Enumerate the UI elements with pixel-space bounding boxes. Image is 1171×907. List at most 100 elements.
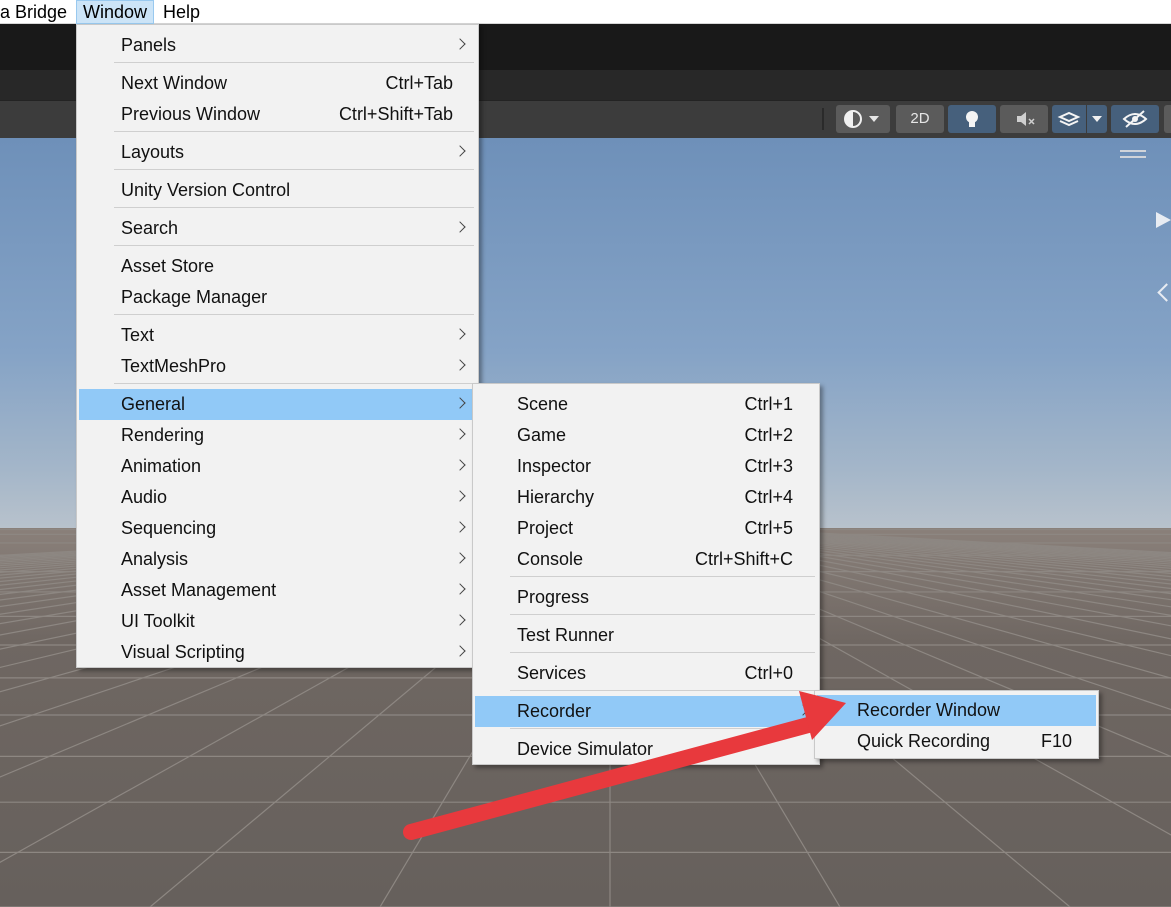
menu-separator [114, 169, 474, 170]
menu-item-visual-scripting[interactable]: Visual Scripting [79, 637, 476, 668]
menu-separator [114, 62, 474, 63]
menu-item-label: Asset Management [121, 580, 277, 600]
menu-item-game[interactable]: Game Ctrl+2 [475, 420, 817, 451]
effects-layers-icon [1057, 111, 1081, 127]
scene-visibility-button[interactable] [1111, 105, 1159, 133]
menu-separator [114, 207, 474, 208]
menu-item-analysis[interactable]: Analysis [79, 544, 476, 575]
menu-item-label: Services [517, 663, 587, 683]
menu-item-label: Visual Scripting [121, 642, 245, 662]
chevron-right-icon [454, 583, 466, 595]
chevron-right-icon [454, 614, 466, 626]
scene-gizmo-icon[interactable] [1156, 212, 1171, 228]
view-2d-button[interactable]: 2D [896, 105, 944, 133]
menu-item-shortcut: Ctrl+Shift+C [694, 549, 793, 569]
menu-item-progress[interactable]: Progress [475, 582, 817, 613]
menu-item-label: Panels [121, 35, 177, 55]
general-submenu: Scene Ctrl+1 Game Ctrl+2 Inspector Ctrl+3 H… [472, 383, 820, 765]
menu-item-label: Inspector [517, 456, 592, 476]
menu-item-shortcut: Ctrl+2 [744, 425, 793, 445]
menu-item-animation[interactable]: Animation [79, 451, 476, 482]
chevron-right-icon [454, 490, 466, 502]
menu-item-recorder[interactable]: Recorder [475, 696, 817, 727]
menu-item-textmeshpro[interactable]: TextMeshPro [79, 351, 476, 382]
menu-separator [510, 652, 815, 653]
menu-item-previous-window[interactable]: Previous Window Ctrl+Shift+Tab [79, 99, 476, 130]
menu-item-quick-recording[interactable]: Quick Recording F10 [817, 726, 1096, 757]
menubar: a Bridge Window Help [0, 0, 1171, 24]
menu-item-label: Animation [121, 456, 202, 476]
shading-mode-icon [844, 110, 879, 128]
window-menu: Panels Next Window Ctrl+Tab Previous Wind… [76, 24, 479, 668]
chevron-right-icon [454, 645, 466, 657]
menu-item-shortcut: Ctrl+4 [744, 487, 793, 507]
menu-item-shortcut: Ctrl+5 [744, 518, 793, 538]
menu-item-audio[interactable]: Audio [79, 482, 476, 513]
menu-item-hierarchy[interactable]: Hierarchy Ctrl+4 [475, 482, 817, 513]
chevron-right-icon [454, 221, 466, 233]
menu-item-shortcut: Ctrl+Shift+Tab [338, 104, 453, 124]
menu-item-search[interactable]: Search [79, 213, 476, 244]
menu-item-test-runner[interactable]: Test Runner [475, 620, 817, 651]
menu-item-label: Progress [517, 587, 590, 607]
shading-mode-button[interactable] [836, 105, 890, 133]
menu-item-label: TextMeshPro [121, 356, 227, 376]
chevron-right-icon [454, 521, 466, 533]
menu-item-label: Device Simulator [517, 739, 654, 759]
menu-item-sequencing[interactable]: Sequencing [79, 513, 476, 544]
toolbar-overflow-button[interactable] [1164, 105, 1171, 133]
chevron-right-icon [454, 552, 466, 564]
menu-bridge[interactable]: a Bridge [0, 0, 73, 24]
menu-item-label: Game [517, 425, 567, 445]
menu-item-label: Unity Version Control [121, 180, 291, 200]
menu-item-label: Scene [517, 394, 569, 414]
effects-dropdown-button[interactable] [1087, 105, 1107, 133]
menu-item-device-simulator[interactable]: Device Simulator [475, 734, 817, 765]
menu-item-recorder-window[interactable]: Recorder Window [817, 695, 1096, 726]
menu-item-label: Next Window [121, 73, 228, 93]
chevron-right-icon [454, 459, 466, 471]
menu-item-next-window[interactable]: Next Window Ctrl+Tab [79, 68, 476, 99]
menu-item-label: General [121, 394, 186, 414]
lighting-toggle-icon [966, 111, 978, 127]
menu-item-label: Console [517, 549, 584, 569]
effects-toggle-button[interactable] [1052, 105, 1086, 133]
menu-help[interactable]: Help [157, 0, 206, 24]
menu-item-label: Recorder Window [857, 700, 1001, 720]
menu-item-unity-version-control[interactable]: Unity Version Control [79, 175, 476, 206]
menu-item-label: Package Manager [121, 287, 268, 307]
menu-item-label: Sequencing [121, 518, 217, 538]
menu-item-scene[interactable]: Scene Ctrl+1 [475, 389, 817, 420]
menu-item-layouts[interactable]: Layouts [79, 137, 476, 168]
menu-item-console[interactable]: Console Ctrl+Shift+C [475, 544, 817, 575]
recorder-submenu: Recorder Window Quick Recording F10 [814, 690, 1099, 759]
chevron-down-icon [1092, 116, 1102, 122]
audio-toggle-button[interactable] [1000, 105, 1048, 133]
overlay-menu-icon[interactable] [1120, 150, 1146, 158]
menu-item-text[interactable]: Text [79, 320, 476, 351]
menu-item-ui-toolkit[interactable]: UI Toolkit [79, 606, 476, 637]
menu-item-label: Previous Window [121, 104, 261, 124]
menu-item-asset-management[interactable]: Asset Management [79, 575, 476, 606]
menu-window[interactable]: Window [76, 0, 155, 24]
menu-item-services[interactable]: Services Ctrl+0 [475, 658, 817, 689]
chevron-right-icon [454, 328, 466, 340]
menu-item-project[interactable]: Project Ctrl+5 [475, 513, 817, 544]
menu-item-rendering[interactable]: Rendering [79, 420, 476, 451]
menu-item-label: Search [121, 218, 179, 238]
menu-item-label: Test Runner [517, 625, 615, 645]
chevron-right-icon [454, 38, 466, 50]
menu-item-asset-store[interactable]: Asset Store [79, 251, 476, 282]
menu-item-package-manager[interactable]: Package Manager [79, 282, 476, 313]
lighting-toggle-button[interactable] [948, 105, 996, 133]
menu-separator [510, 614, 815, 615]
menu-item-shortcut: F10 [1040, 731, 1072, 751]
menu-separator [114, 245, 474, 246]
menu-item-shortcut: Ctrl+3 [744, 456, 793, 476]
menu-item-panels[interactable]: Panels [79, 30, 476, 61]
menu-item-label: Analysis [121, 549, 189, 569]
menu-item-inspector[interactable]: Inspector Ctrl+3 [475, 451, 817, 482]
menu-item-general[interactable]: General [79, 389, 476, 420]
menu-separator [114, 314, 474, 315]
menu-item-label: Project [517, 518, 574, 538]
